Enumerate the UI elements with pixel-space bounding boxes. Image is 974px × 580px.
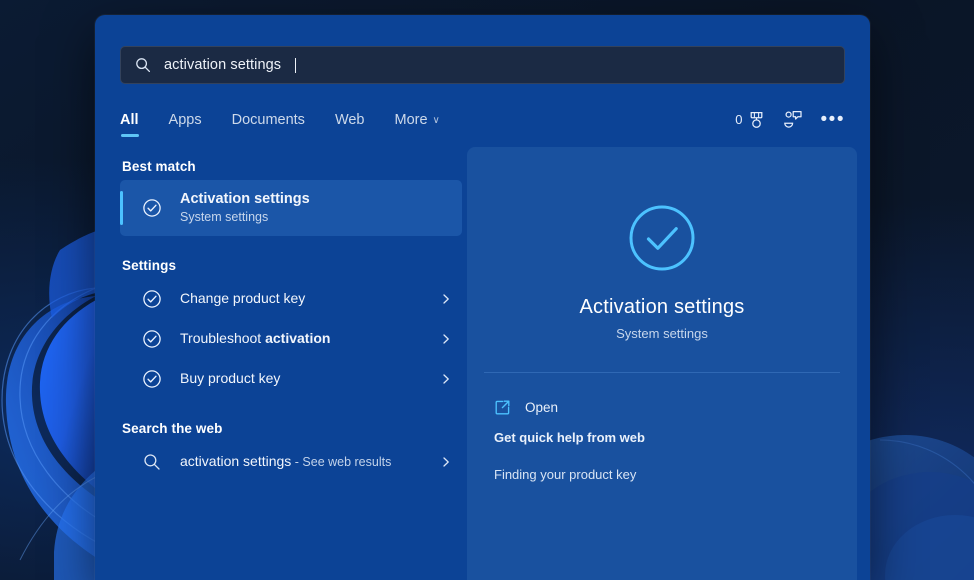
search-input[interactable]: activation settings <box>120 46 845 84</box>
open-label: Open <box>525 400 558 415</box>
preview-subtitle: System settings <box>467 326 857 341</box>
search-icon <box>142 453 162 471</box>
preview-panel: Activation settings System settings Open… <box>467 147 857 580</box>
tab-all[interactable]: All <box>120 112 139 137</box>
results-body: Best match Activation settings System se… <box>95 147 870 580</box>
check-circle-large-icon <box>627 203 697 273</box>
tab-web[interactable]: Web <box>335 112 365 137</box>
rewards-medal-icon <box>748 111 765 129</box>
chevron-right-icon <box>440 456 452 468</box>
settings-item-label: Change product key <box>180 290 305 306</box>
tab-apps-label: Apps <box>169 112 202 128</box>
feedback-icon[interactable] <box>783 110 803 129</box>
open-action[interactable]: Open <box>494 393 857 421</box>
search-flyout: activation settings All Apps Documents W… <box>95 15 870 580</box>
header-actions: 0 ••• <box>735 110 845 129</box>
check-circle-icon <box>142 198 162 218</box>
preview-actions: Open Get quick help from web Finding you… <box>467 373 857 489</box>
chevron-right-icon <box>440 373 452 385</box>
results-list: Best match Activation settings System se… <box>95 147 462 580</box>
best-match-text: Activation settings System settings <box>180 190 452 227</box>
web-search-query: activation settings <box>180 453 291 469</box>
web-search-suffix: - See web results <box>291 455 391 469</box>
rewards-button[interactable]: 0 <box>735 111 764 129</box>
external-link-icon <box>494 399 511 416</box>
tab-documents-label: Documents <box>232 112 305 128</box>
tab-apps[interactable]: Apps <box>169 112 202 137</box>
search-the-web-heading: Search the web <box>122 421 462 436</box>
search-icon <box>135 57 151 73</box>
best-match-heading: Best match <box>122 159 462 174</box>
tab-all-label: All <box>120 112 139 128</box>
settings-item-label: Buy product key <box>180 370 280 386</box>
preview-title: Activation settings <box>467 296 857 319</box>
settings-item-label-wrap: Troubleshoot activation <box>180 330 432 348</box>
settings-heading: Settings <box>122 258 462 273</box>
tab-more[interactable]: More ∨ <box>395 112 440 137</box>
search-bar-container: activation settings <box>95 15 870 84</box>
ellipsis-icon[interactable]: ••• <box>821 115 845 125</box>
check-circle-icon <box>142 329 162 349</box>
chevron-right-icon <box>440 293 452 305</box>
settings-item-label-highlight: activation <box>265 330 330 346</box>
best-match-title: Activation settings <box>180 190 452 208</box>
quick-help-link[interactable]: Get quick help from web <box>494 430 857 452</box>
chevron-down-icon: ∨ <box>433 115 440 126</box>
settings-item-label-wrap: Change product key <box>180 290 432 308</box>
preview-header: Activation settings System settings <box>467 147 857 341</box>
tab-bar: All Apps Documents Web More ∨ 0 <box>120 101 845 137</box>
web-search-label-wrap: activation settings - See web results <box>180 453 432 471</box>
finding-product-key-link[interactable]: Finding your product key <box>494 467 857 489</box>
chevron-right-icon <box>440 333 452 345</box>
settings-item-troubleshoot-activation[interactable]: Troubleshoot activation <box>120 319 462 359</box>
best-match-result[interactable]: Activation settings System settings <box>120 180 462 236</box>
settings-item-buy-product-key[interactable]: Buy product key <box>120 359 462 399</box>
best-match-subtitle: System settings <box>180 208 452 227</box>
rewards-count: 0 <box>735 112 742 127</box>
text-caret <box>295 58 296 73</box>
tab-documents[interactable]: Documents <box>232 112 305 137</box>
settings-item-label: Troubleshoot <box>180 330 265 346</box>
settings-item-label-wrap: Buy product key <box>180 370 432 388</box>
web-search-result[interactable]: activation settings - See web results <box>120 442 462 482</box>
check-circle-icon <box>142 369 162 389</box>
check-circle-icon <box>142 289 162 309</box>
settings-item-change-product-key[interactable]: Change product key <box>120 279 462 319</box>
tab-more-label: More <box>395 112 428 128</box>
tab-web-label: Web <box>335 112 365 128</box>
search-input-value: activation settings <box>164 57 281 73</box>
